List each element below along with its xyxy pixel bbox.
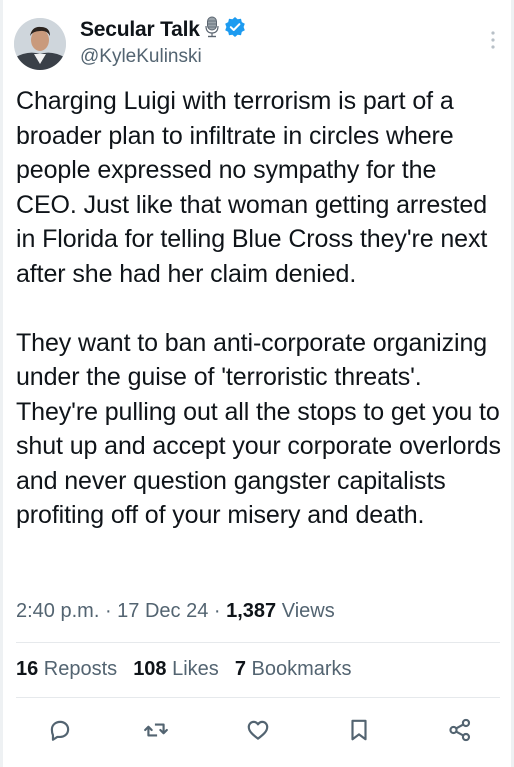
views-label: Views bbox=[276, 600, 335, 622]
bookmarks-count: 7 bbox=[234, 658, 246, 680]
bookmarks-stat[interactable]: 7 Bookmarks bbox=[235, 658, 352, 681]
avatar-image bbox=[14, 18, 66, 70]
share-icon bbox=[449, 718, 471, 742]
bookmark-button[interactable] bbox=[339, 710, 379, 750]
author-name-row: Secular Talk bbox=[80, 16, 246, 43]
repost-button[interactable] bbox=[136, 710, 176, 750]
tweet-date[interactable]: 17 Dec 24 bbox=[117, 600, 208, 622]
reposts-count: 16 bbox=[16, 658, 39, 680]
more-options-icon[interactable] bbox=[490, 30, 496, 50]
bookmark-icon bbox=[351, 719, 367, 741]
studio-microphone-icon bbox=[204, 16, 220, 43]
engagement-stats: 16 Reposts 108 Likes 7 Bookmarks bbox=[16, 658, 352, 681]
reply-icon bbox=[50, 720, 70, 741]
reposts-label: Reposts bbox=[38, 658, 118, 680]
views-count: 1,387 bbox=[226, 600, 277, 622]
reposts-stat[interactable]: 16 Reposts bbox=[16, 658, 117, 681]
left-edge bbox=[0, 0, 3, 767]
likes-count: 108 bbox=[133, 658, 167, 680]
tweet-meta: 2:40 p.m. · 17 Dec 24 · 1,387 Views bbox=[16, 600, 335, 623]
share-button[interactable] bbox=[440, 710, 480, 750]
meta-separator-2: · bbox=[208, 600, 227, 622]
divider-bottom bbox=[16, 697, 500, 698]
reply-button[interactable] bbox=[40, 710, 80, 750]
tweet-text: Charging Luigi with terrorism is part of… bbox=[16, 87, 501, 529]
tweet-time[interactable]: 2:40 p.m. bbox=[16, 600, 99, 622]
author-handle[interactable]: @KyleKulinski bbox=[80, 46, 202, 68]
likes-stat[interactable]: 108 Likes bbox=[133, 658, 219, 681]
repost-icon bbox=[144, 723, 168, 737]
like-icon bbox=[247, 720, 269, 740]
avatar[interactable] bbox=[14, 18, 66, 70]
bookmarks-label: Bookmarks bbox=[245, 658, 352, 680]
likes-label: Likes bbox=[166, 658, 219, 680]
author-display-name[interactable]: Secular Talk bbox=[80, 18, 200, 42]
meta-separator: · bbox=[99, 600, 118, 622]
verified-badge-icon[interactable] bbox=[224, 16, 246, 43]
action-bar bbox=[0, 710, 514, 750]
divider-top bbox=[16, 642, 500, 643]
like-button[interactable] bbox=[238, 710, 278, 750]
